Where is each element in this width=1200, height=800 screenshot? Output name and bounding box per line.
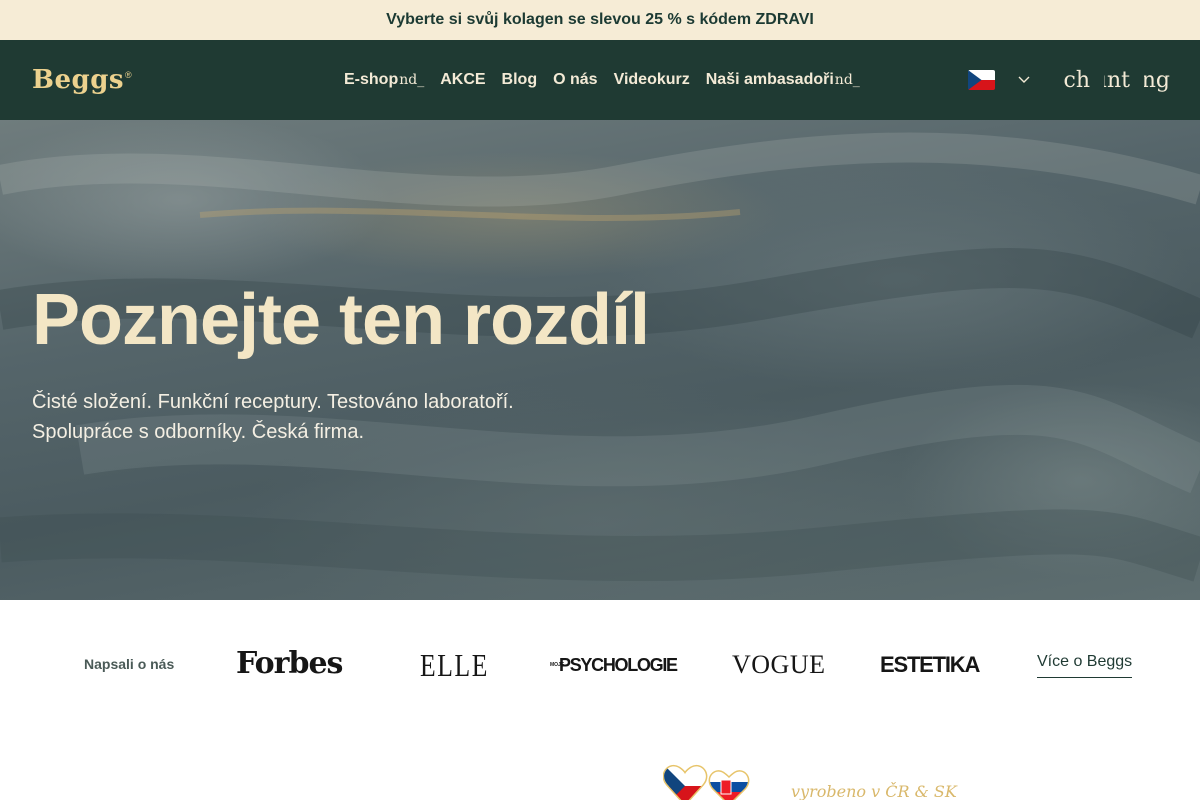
logo-text: Beggs bbox=[32, 65, 125, 95]
announcement-bar[interactable]: Vyberte si svůj kolagen se slevou 25 % s… bbox=[0, 0, 1200, 40]
nav-item-label: Blog bbox=[501, 71, 538, 88]
account-icon[interactable]: account_ bbox=[1104, 68, 1130, 93]
press-section: Napsali o nás Forbes ELLE MOJE PSYCHOLOG… bbox=[0, 600, 1200, 730]
announcement-text: Vyberte si svůj kolagen se slevou 25 % s… bbox=[386, 11, 814, 28]
hero-title: Poznejte ten rozdíl bbox=[32, 280, 650, 360]
forbes-logo: Forbes bbox=[236, 646, 343, 681]
site-header: Beggs ® E-shop nd_ AKCE Blog O nás Video… bbox=[0, 40, 1200, 120]
estetika-logo: ESTETIKA bbox=[880, 652, 980, 677]
hero-background-image bbox=[0, 132, 1200, 582]
header-icons: search account_ shopping bbox=[1064, 66, 1170, 94]
nav-item-ambasadori[interactable]: Naši ambasadoři nd_ bbox=[706, 71, 860, 89]
search-icon[interactable]: search bbox=[1064, 68, 1090, 93]
psychologie-logo-text: PSYCHOLOGIE bbox=[559, 655, 678, 675]
vogue-logo: VOGUE bbox=[732, 650, 826, 679]
expand-icon: nd_ bbox=[399, 72, 425, 88]
nav-item-o-nas[interactable]: O nás bbox=[553, 71, 597, 89]
nav-item-label: O nás bbox=[553, 71, 598, 88]
made-in-text: vyrobeno v ČR & SK bbox=[791, 782, 957, 800]
elle-logo: ELLE bbox=[420, 647, 489, 683]
nav-item-label: E-shop bbox=[344, 71, 399, 88]
registered-mark: ® bbox=[125, 70, 132, 80]
main-nav: E-shop nd_ AKCE Blog O nás Videokurz Naš… bbox=[344, 40, 876, 120]
press-label: Napsali o nás bbox=[84, 656, 175, 672]
more-about-beggs-link[interactable]: Více o Beggs bbox=[1037, 653, 1133, 678]
psychologie-logo: MOJE PSYCHOLOGIE bbox=[550, 655, 678, 676]
nav-item-videokurz[interactable]: Videokurz bbox=[614, 71, 690, 89]
cz-sk-hearts-icon bbox=[663, 765, 750, 800]
made-in-badge: vyrobeno v ČR & SK bbox=[0, 730, 1200, 800]
psychologie-logo-prefix: MOJE bbox=[550, 662, 565, 668]
nav-item-label: Naši ambasadoři bbox=[705, 71, 834, 88]
hero-subtitle-line: Spolupráce s odborníky. Česká firma. bbox=[32, 421, 365, 443]
hero-subtitle-line: Čisté složení. Funkční receptury. Testov… bbox=[32, 391, 514, 413]
chevron-down-icon[interactable] bbox=[1016, 70, 1032, 90]
beggs-logo[interactable]: Beggs ® bbox=[32, 63, 132, 97]
nav-item-label: AKCE bbox=[440, 71, 486, 88]
nav-item-akce[interactable]: AKCE bbox=[440, 71, 485, 89]
cart-icon[interactable]: shopping bbox=[1144, 68, 1170, 93]
flag-cz-icon[interactable] bbox=[968, 70, 995, 90]
expand-icon: nd_ bbox=[834, 72, 860, 88]
nav-item-blog[interactable]: Blog bbox=[502, 71, 538, 89]
hero-subtitle: Čisté složení. Funkční receptury. Testov… bbox=[32, 387, 592, 447]
hero-banner: Poznejte ten rozdíl Čisté složení. Funkč… bbox=[0, 120, 1200, 600]
nav-item-eshop[interactable]: E-shop nd_ bbox=[344, 71, 424, 89]
nav-item-label: Videokurz bbox=[613, 71, 690, 88]
